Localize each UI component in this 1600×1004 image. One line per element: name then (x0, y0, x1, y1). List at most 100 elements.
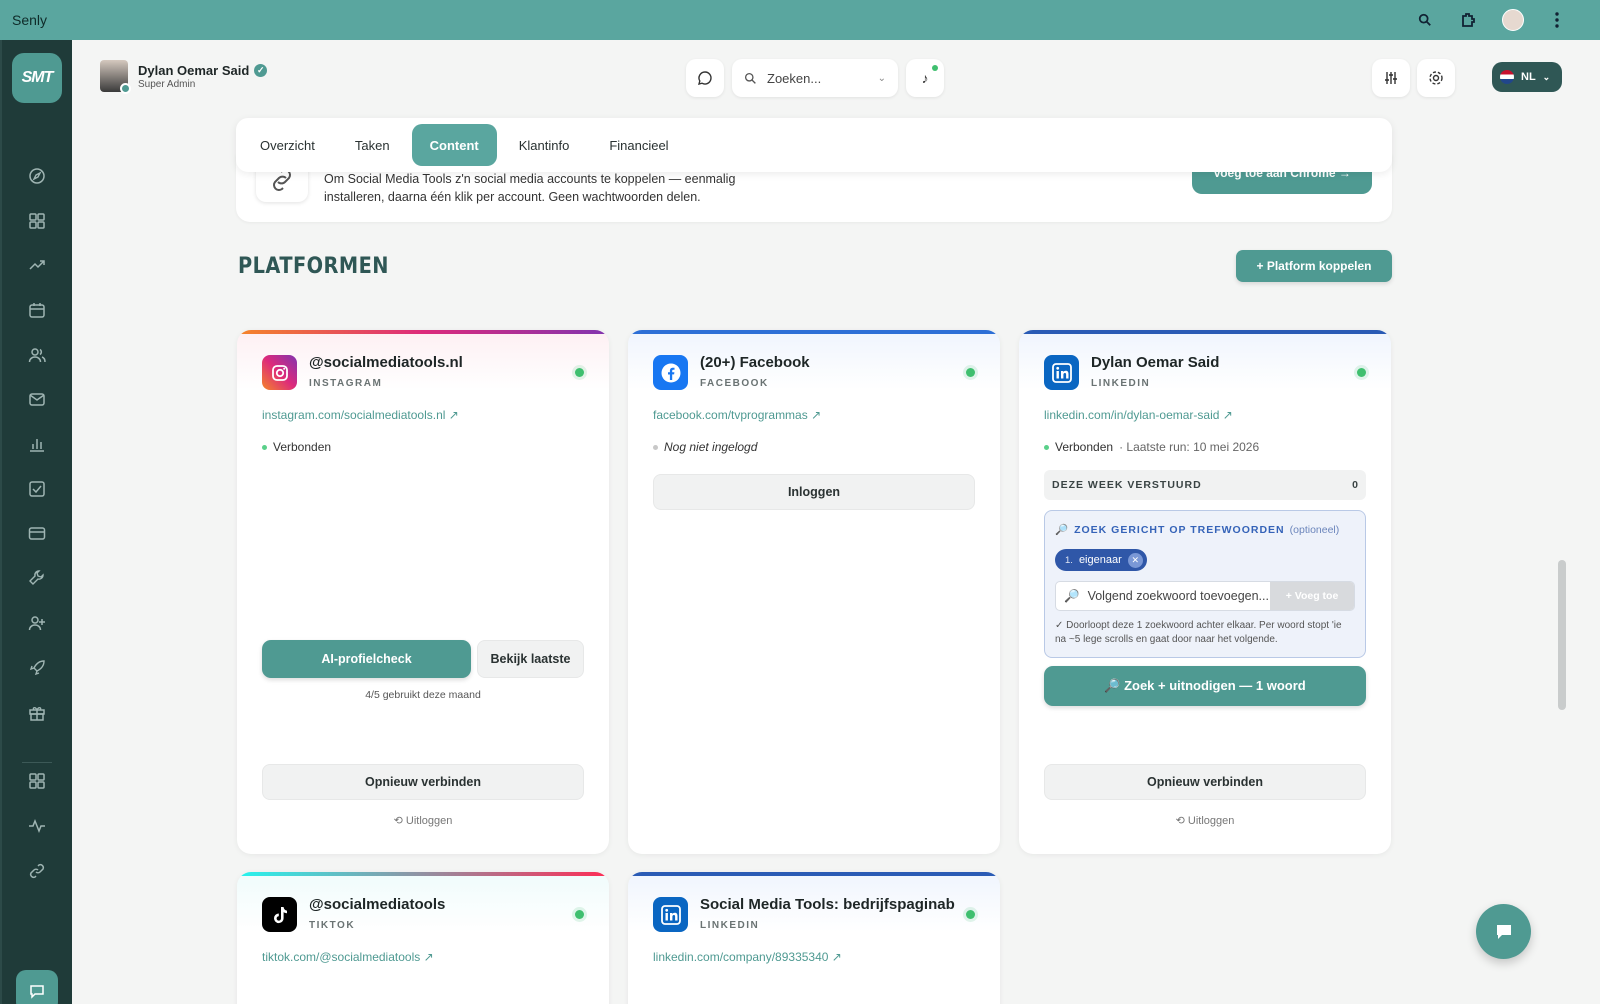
keyword-input[interactable]: 🔎 Volgend zoekwoord toevoegen... + Voeg t… (1055, 581, 1355, 611)
browser-menu-icon[interactable] (1546, 9, 1568, 31)
add-platform-button[interactable]: + Platform koppelen (1236, 250, 1392, 282)
magnifier-icon: 🔎 (1064, 588, 1080, 603)
linkedin-icon (653, 897, 688, 932)
instagram-icon (262, 355, 297, 390)
messages-button[interactable] (686, 59, 724, 97)
platform-name: Social Media Tools: bedrijfspaginabeheer (700, 896, 955, 913)
filters-button[interactable] (1372, 59, 1410, 97)
users-icon[interactable] (24, 342, 50, 368)
search-input[interactable]: Zoeken... ⌄ (732, 59, 898, 97)
logout-icon: ⟲ (1175, 815, 1188, 827)
keywords-title: ZOEK GERICHT OP TREFWOORDEN (1074, 523, 1285, 536)
header: Dylan Oemar Said ✓ Super Admin Zoeken... … (72, 40, 1600, 114)
reconnect-button[interactable]: Opnieuw verbinden (1044, 764, 1366, 800)
compass-icon[interactable] (24, 163, 50, 189)
logo[interactable]: SMT (12, 53, 62, 103)
settings-button[interactable] (1417, 59, 1455, 97)
checkbox-icon[interactable] (24, 476, 50, 502)
wrench-icon[interactable] (24, 565, 50, 591)
chat-bubble-icon (698, 71, 712, 85)
gear-icon (1429, 71, 1443, 85)
user-profile[interactable]: Dylan Oemar Said ✓ Super Admin (100, 60, 268, 94)
keywords-optional: (optioneel) (1289, 523, 1340, 536)
user-name: Dylan Oemar Said (138, 62, 250, 78)
apps-icon[interactable] (24, 768, 50, 794)
activity-icon[interactable] (24, 813, 50, 839)
user-plus-icon[interactable] (24, 610, 50, 636)
calendar-icon[interactable] (24, 297, 50, 323)
status-indicator (575, 368, 584, 377)
language-selector[interactable]: NL ⌄ (1492, 62, 1562, 92)
status-indicator (966, 368, 975, 377)
platform-name: @socialmediatools (309, 896, 446, 913)
ai-profile-check-button[interactable]: AI-profielcheck (262, 640, 471, 678)
language-label: NL (1521, 71, 1536, 83)
status-indicator (575, 910, 584, 919)
logout-link[interactable]: ⟲ Uitloggen (1019, 814, 1391, 827)
platform-card-linkedin: Dylan Oemar Said LINKEDIN linkedin.com/i… (1019, 330, 1391, 854)
app-title: Senly (12, 12, 48, 28)
tab-content[interactable]: Content (411, 124, 497, 166)
logout-icon: ⟲ (393, 815, 406, 827)
credit-card-icon[interactable] (24, 520, 50, 546)
logout-link[interactable]: ⟲ Uitloggen (237, 814, 609, 827)
search-icon (744, 72, 756, 84)
login-button[interactable]: Inloggen (653, 474, 975, 510)
extensions-icon[interactable] (1458, 9, 1480, 31)
mail-icon[interactable] (24, 386, 50, 412)
chevron-down-icon: ⌄ (1542, 71, 1551, 82)
bar-chart-icon[interactable] (24, 431, 50, 457)
trending-icon[interactable] (24, 252, 50, 278)
linkedin-icon (1044, 355, 1079, 390)
platform-type: LINKEDIN (1091, 378, 1151, 389)
flag-nl-icon (1500, 70, 1514, 84)
keyword-placeholder: Volgend zoekwoord toevoegen... (1087, 589, 1269, 603)
search-placeholder: Zoeken... (767, 70, 822, 86)
magnifier-icon: 🔎 (1055, 524, 1070, 536)
rocket-icon[interactable] (24, 655, 50, 681)
sidebar-divider (22, 762, 52, 763)
browser-titlebar: Senly (0, 0, 1600, 40)
view-latest-button[interactable]: Bekijk laatste (477, 640, 584, 678)
user-role: Super Admin (138, 78, 196, 90)
gift-icon[interactable] (24, 700, 50, 726)
profile-link[interactable]: facebook.com/tvprogrammas ↗ (653, 408, 821, 422)
sliders-icon (1385, 72, 1397, 84)
profile-link[interactable]: linkedin.com/in/dylan-oemar-said ↗ (1044, 408, 1233, 422)
connection-status: Nog niet ingelogd (653, 440, 757, 454)
profile-link[interactable]: instagram.com/socialmediatools.nl ↗ (262, 408, 459, 422)
connection-status: Verbonden (262, 440, 331, 454)
zoom-icon[interactable] (1414, 9, 1436, 31)
tab-taken[interactable]: Taken (337, 124, 408, 166)
tab-financieel[interactable]: Financieel (591, 124, 686, 166)
platform-card-tiktok: @socialmediatools TIKTOK tiktok.com/@soc… (237, 872, 609, 1004)
remove-keyword-icon[interactable]: ✕ (1127, 552, 1143, 568)
connection-status: Verbonden · Laatste run: 10 mei 2026 (1044, 440, 1259, 454)
main-content: Om Social Media Tools z'n social media a… (72, 114, 1600, 1004)
tiktok-icon (262, 897, 297, 932)
music-note-icon: ♪ (921, 70, 929, 86)
sidebar-chat-button[interactable] (16, 970, 58, 1004)
platform-name: @socialmediatools.nl (309, 354, 463, 371)
tab-overzicht[interactable]: Overzicht (242, 124, 333, 166)
search-invite-button[interactable]: 🔎 Zoek + uitnodigen — 1 woord (1044, 666, 1366, 706)
page-scrollbar[interactable] (1558, 560, 1566, 710)
add-keyword-button[interactable]: + Voeg toe (1270, 582, 1354, 610)
status-indicator (1357, 368, 1366, 377)
grid-icon[interactable] (24, 208, 50, 234)
reconnect-button[interactable]: Opnieuw verbinden (262, 764, 584, 800)
music-status-dot (932, 65, 938, 71)
platform-name: Dylan Oemar Said (1091, 354, 1220, 371)
platform-type: LINKEDIN (700, 920, 760, 931)
tab-klantinfo[interactable]: Klantinfo (501, 124, 588, 166)
profile-link[interactable]: tiktok.com/@socialmediatools ↗ (262, 950, 434, 964)
profile-link[interactable]: linkedin.com/company/89335340 ↗ (653, 950, 842, 964)
platform-type: INSTAGRAM (309, 378, 383, 389)
verified-icon: ✓ (254, 63, 268, 77)
browser-profile-avatar[interactable] (1502, 9, 1524, 31)
music-button[interactable]: ♪ (906, 59, 944, 97)
chat-widget-button[interactable] (1476, 904, 1531, 959)
link-icon[interactable] (24, 858, 50, 884)
platform-type: TIKTOK (309, 920, 356, 931)
avatar (100, 60, 131, 94)
